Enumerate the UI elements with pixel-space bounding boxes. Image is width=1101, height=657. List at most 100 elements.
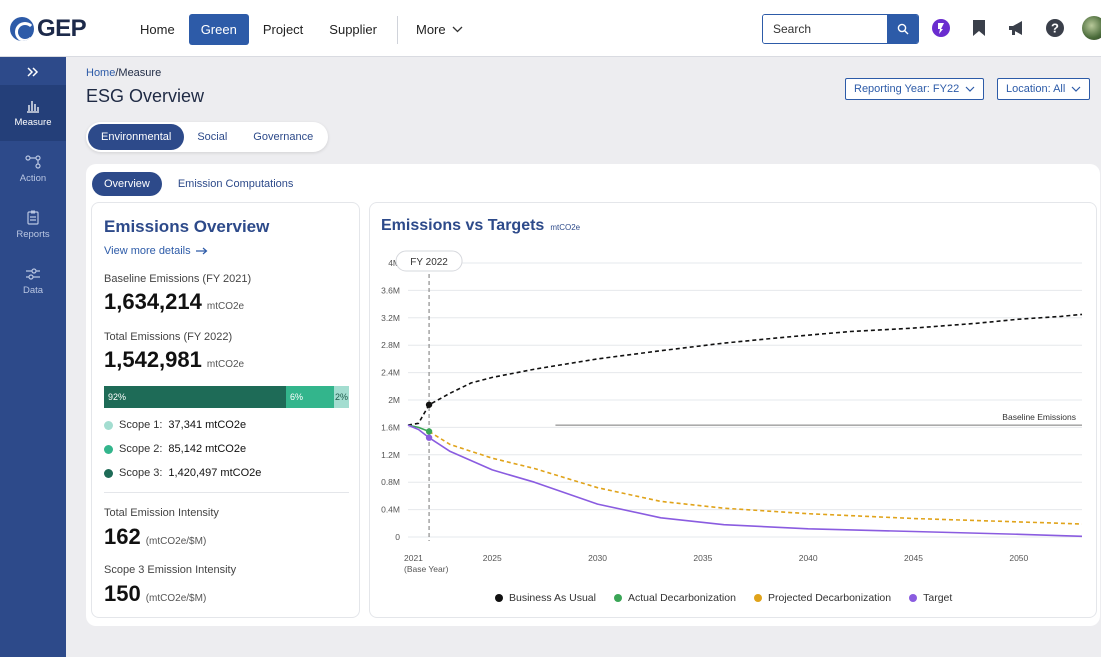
content-panel: Overview Emission Computations Emissions… <box>86 164 1100 626</box>
legend-label: Target <box>923 592 953 604</box>
emissions-line-chart: 00.4M0.8M1.2M1.6M2M2.4M2.8M3.2M3.6M4M202… <box>381 250 1083 574</box>
sidebar: Measure Action Reports Data <box>0 57 66 657</box>
tab-governance[interactable]: Governance <box>240 124 326 150</box>
baseline-label: Baseline Emissions <box>1002 412 1076 422</box>
search-button[interactable] <box>887 15 918 43</box>
bookmark-button[interactable] <box>968 17 990 39</box>
legend-target[interactable]: Target <box>909 592 952 604</box>
baseline-emissions-value: 1,634,214 mtCO2e <box>104 289 244 315</box>
scope-3-intensity-unit: (mtCO2e/$M) <box>145 593 207 604</box>
breadcrumb: Home/Measure <box>86 67 161 79</box>
arrow-right-icon <box>195 247 208 255</box>
nav-project[interactable]: Project <box>251 14 315 45</box>
legend-dot <box>909 594 918 602</box>
page-title: ESG Overview <box>86 86 205 106</box>
chart-title-row: Emissions vs Targets mtCO2e <box>381 217 580 235</box>
chart-legend: Business As Usual Actual Decarbonization… <box>495 592 952 604</box>
y-tick-label: 3.6M <box>381 285 400 295</box>
series-line-target <box>407 424 1083 538</box>
sidebar-item-measure[interactable]: Measure <box>0 85 66 141</box>
x-tick-label: 2035 <box>693 553 712 563</box>
scope-2-row: Scope 2: 85,142 mtCO2e <box>104 443 246 455</box>
scope-1-pct: 2% <box>335 392 349 402</box>
scope-stacked-bar: 92% 6% 2% <box>104 386 349 408</box>
scope-2-segment[interactable]: 6% <box>286 386 334 408</box>
scope-2-dot <box>104 444 113 454</box>
baseline-emissions-label: Baseline Emissions (FY 2021) <box>104 273 252 285</box>
x-tick-label: 2040 <box>799 553 818 563</box>
search-icon <box>897 23 908 35</box>
legend-label: Business As Usual <box>509 592 596 604</box>
baseline-value: 1,634,214 <box>104 289 202 314</box>
x-tick-label: 2045 <box>904 553 923 563</box>
emissions-overview-title: Emissions Overview <box>104 217 270 236</box>
nav-supplier[interactable]: Supplier <box>317 14 389 45</box>
sidebar-expand-button[interactable] <box>0 57 66 85</box>
scope-1-label: Scope 1: <box>119 419 163 431</box>
baseline-unit: mtCO2e <box>206 301 245 312</box>
sidebar-item-label: Measure <box>14 116 52 128</box>
sidebar-item-reports[interactable]: Reports <box>0 197 66 253</box>
location-dropdown[interactable]: Location: All <box>997 78 1091 100</box>
green-assistant-button[interactable] <box>930 17 952 39</box>
view-more-label: View more details <box>104 245 191 257</box>
scope-3-value: 1,420,497 mtCO2e <box>168 467 262 479</box>
legend-projected-decarbonization[interactable]: Projected Decarbonization <box>753 592 891 604</box>
legend-label: Actual Decarbonization <box>627 592 736 604</box>
megaphone-icon <box>1009 21 1022 35</box>
announcements-button[interactable] <box>1006 17 1028 39</box>
scope-3-segment[interactable]: 92% <box>104 386 286 408</box>
scope-1-dot <box>104 420 113 430</box>
scope-3-intensity-value: 150 (mtCO2e/$M) <box>104 581 206 607</box>
y-tick-label: 0 <box>395 532 400 542</box>
x-tick-label: 2030 <box>588 553 607 563</box>
y-tick-label: 3.2M <box>381 313 400 323</box>
sidebar-item-action[interactable]: Action <box>0 141 66 197</box>
y-tick-label: 0.4M <box>381 505 400 515</box>
search-input[interactable] <box>763 15 887 43</box>
tab-overview[interactable]: Overview <box>92 172 162 196</box>
legend-business-as-usual[interactable]: Business As Usual <box>495 592 596 604</box>
total-emissions-label: Total Emissions (FY 2022) <box>104 331 233 343</box>
scope-3-label: Scope 3: <box>119 467 163 479</box>
tab-environmental[interactable]: Environmental <box>88 124 185 150</box>
gep-logo-icon <box>10 17 34 41</box>
tab-social[interactable]: Social <box>184 124 240 150</box>
location-label: Location: All <box>1006 83 1066 95</box>
y-tick-label: 2.8M <box>381 340 400 350</box>
y-tick-label: 1.6M <box>381 422 400 432</box>
sidebar-item-label: Action <box>19 172 47 184</box>
chart-unit: mtCO2e <box>550 223 581 232</box>
legend-actual-decarbonization[interactable]: Actual Decarbonization <box>613 592 736 604</box>
double-chevron-right-icon <box>27 67 39 77</box>
view-more-details-link[interactable]: View more details <box>104 245 208 257</box>
help-icon: ? <box>1046 19 1064 37</box>
scope-1-segment[interactable]: 2% <box>334 386 349 408</box>
leaf-badge-icon <box>932 19 950 37</box>
scope-2-label: Scope 2: <box>119 443 163 455</box>
series-line-projected-decarbonization <box>428 430 1083 525</box>
sidebar-item-data[interactable]: Data <box>0 253 66 309</box>
avatar[interactable] <box>1082 16 1101 40</box>
nav-divider <box>397 15 398 44</box>
nav-more-label: More <box>416 22 446 37</box>
reporting-year-dropdown[interactable]: Reporting Year: FY22 <box>845 78 985 100</box>
help-button[interactable]: ? <box>1044 17 1066 39</box>
x-tick-sublabel: (Base Year) <box>404 564 449 574</box>
gep-logo[interactable]: GEP <box>10 15 87 43</box>
scope-3-row: Scope 3: 1,420,497 mtCO2e <box>104 467 261 479</box>
nav-green[interactable]: Green <box>188 14 249 45</box>
y-tick-label: 0.8M <box>381 477 400 487</box>
tab-emission-computations[interactable]: Emission Computations <box>166 172 306 196</box>
breadcrumb-home[interactable]: Home <box>86 67 115 79</box>
bookmark-icon <box>973 20 985 36</box>
sub-tabs: Overview Emission Computations <box>92 172 305 196</box>
y-tick-label: 1.2M <box>381 450 400 460</box>
scope-2-pct: 6% <box>290 392 304 402</box>
total-intensity-value: 162 (mtCO2e/$M) <box>104 524 206 550</box>
nav-more[interactable]: More <box>404 14 475 45</box>
top-icons: ? <box>930 16 1101 40</box>
nav-home[interactable]: Home <box>128 14 187 45</box>
svg-text:?: ? <box>1051 21 1059 36</box>
divider <box>104 492 349 493</box>
